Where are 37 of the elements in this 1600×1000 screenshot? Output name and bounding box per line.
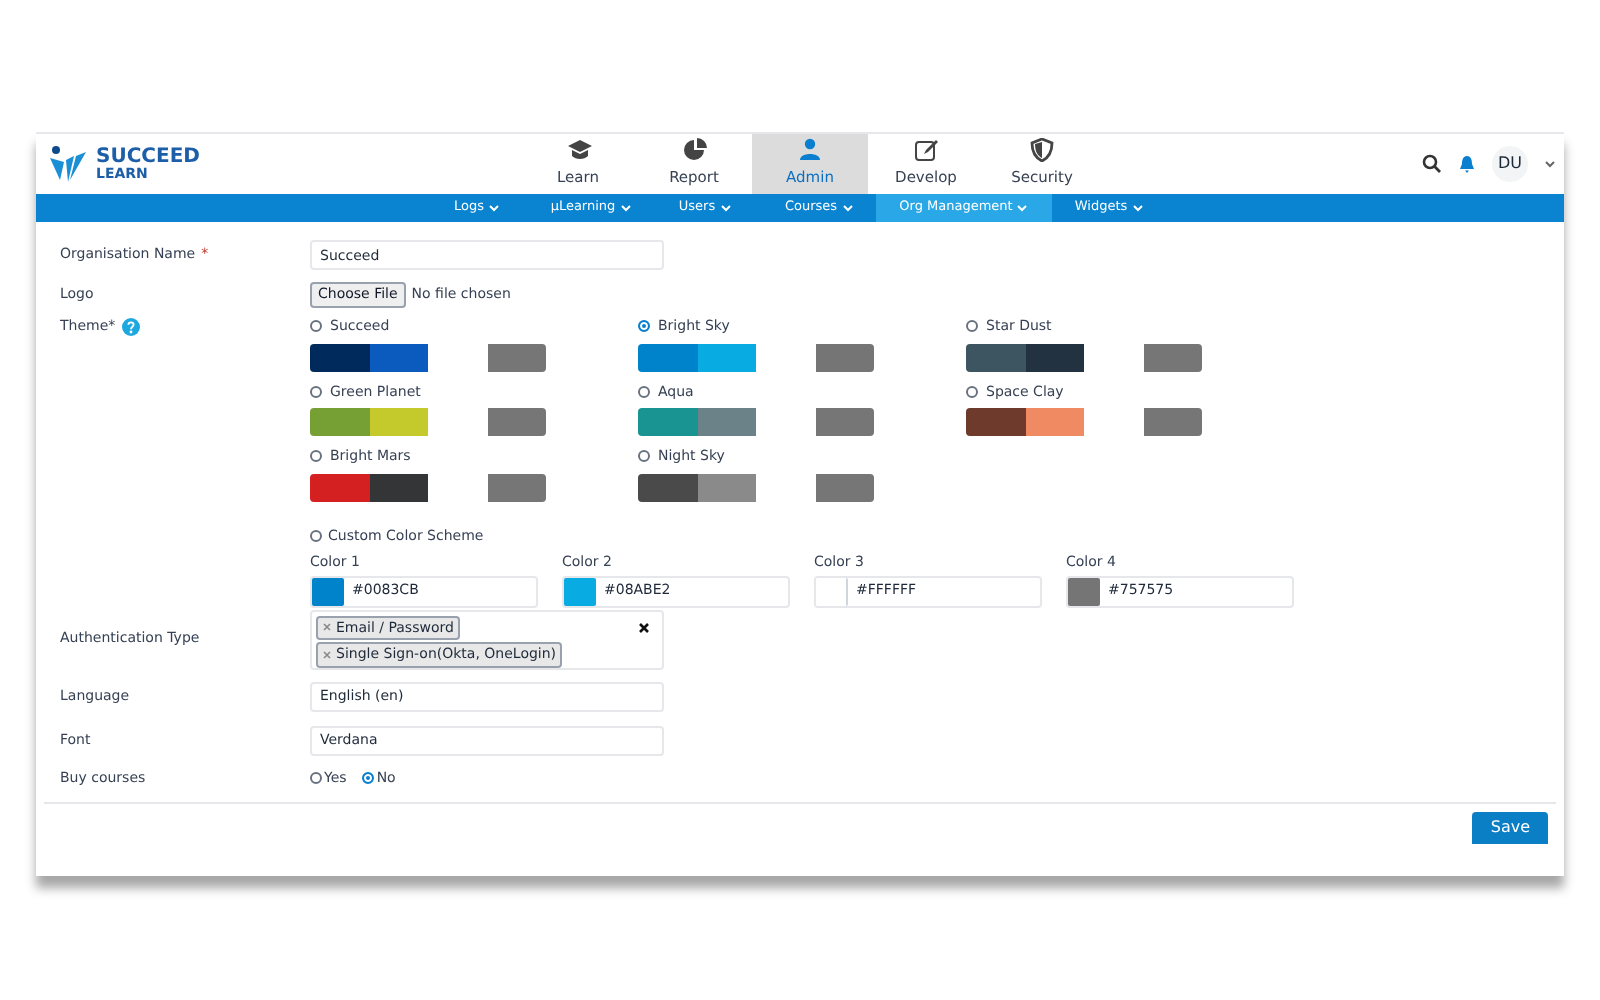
radio-button[interactable] — [310, 385, 322, 398]
color-swatch[interactable] — [1068, 577, 1100, 605]
color-swatch[interactable] — [312, 577, 344, 605]
save-button[interactable]: Save — [1472, 812, 1548, 844]
pie-chart-icon — [681, 138, 707, 163]
help-icon[interactable] — [121, 317, 140, 336]
chevron-down-icon — [1016, 204, 1029, 212]
shield-icon — [1029, 138, 1055, 163]
radio-button[interactable] — [966, 320, 978, 333]
remove-icon[interactable] — [322, 622, 332, 633]
user-avatar[interactable]: DU — [1492, 146, 1528, 182]
logo-icon — [48, 144, 88, 184]
person-icon — [797, 138, 823, 163]
radio-button[interactable] — [310, 450, 322, 463]
mortarboard-icon — [565, 138, 591, 163]
chevron-down-icon — [488, 204, 500, 212]
radio-button[interactable] — [966, 385, 978, 398]
edit-icon — [913, 138, 939, 163]
chevron-down-icon — [719, 204, 732, 212]
clear-icon[interactable] — [638, 621, 650, 633]
bell-icon[interactable] — [1458, 154, 1476, 174]
radio-button[interactable] — [310, 529, 322, 542]
radio-button[interactable] — [638, 385, 650, 398]
chevron-down-icon — [619, 204, 632, 212]
remove-icon[interactable] — [322, 649, 332, 660]
logo-title: SUCCEED — [96, 147, 200, 167]
radio-button[interactable] — [362, 771, 375, 784]
radio-button[interactable] — [638, 450, 650, 463]
search-icon[interactable] — [1422, 154, 1442, 174]
chevron-down-icon — [841, 204, 854, 212]
radio-button[interactable] — [638, 320, 650, 333]
chevron-down-icon — [1131, 204, 1144, 212]
color-swatch[interactable] — [564, 577, 596, 605]
radio-button[interactable] — [310, 771, 322, 784]
color-swatch[interactable] — [816, 577, 848, 605]
caret-icon[interactable] — [1544, 160, 1556, 168]
radio-button[interactable] — [310, 320, 322, 333]
